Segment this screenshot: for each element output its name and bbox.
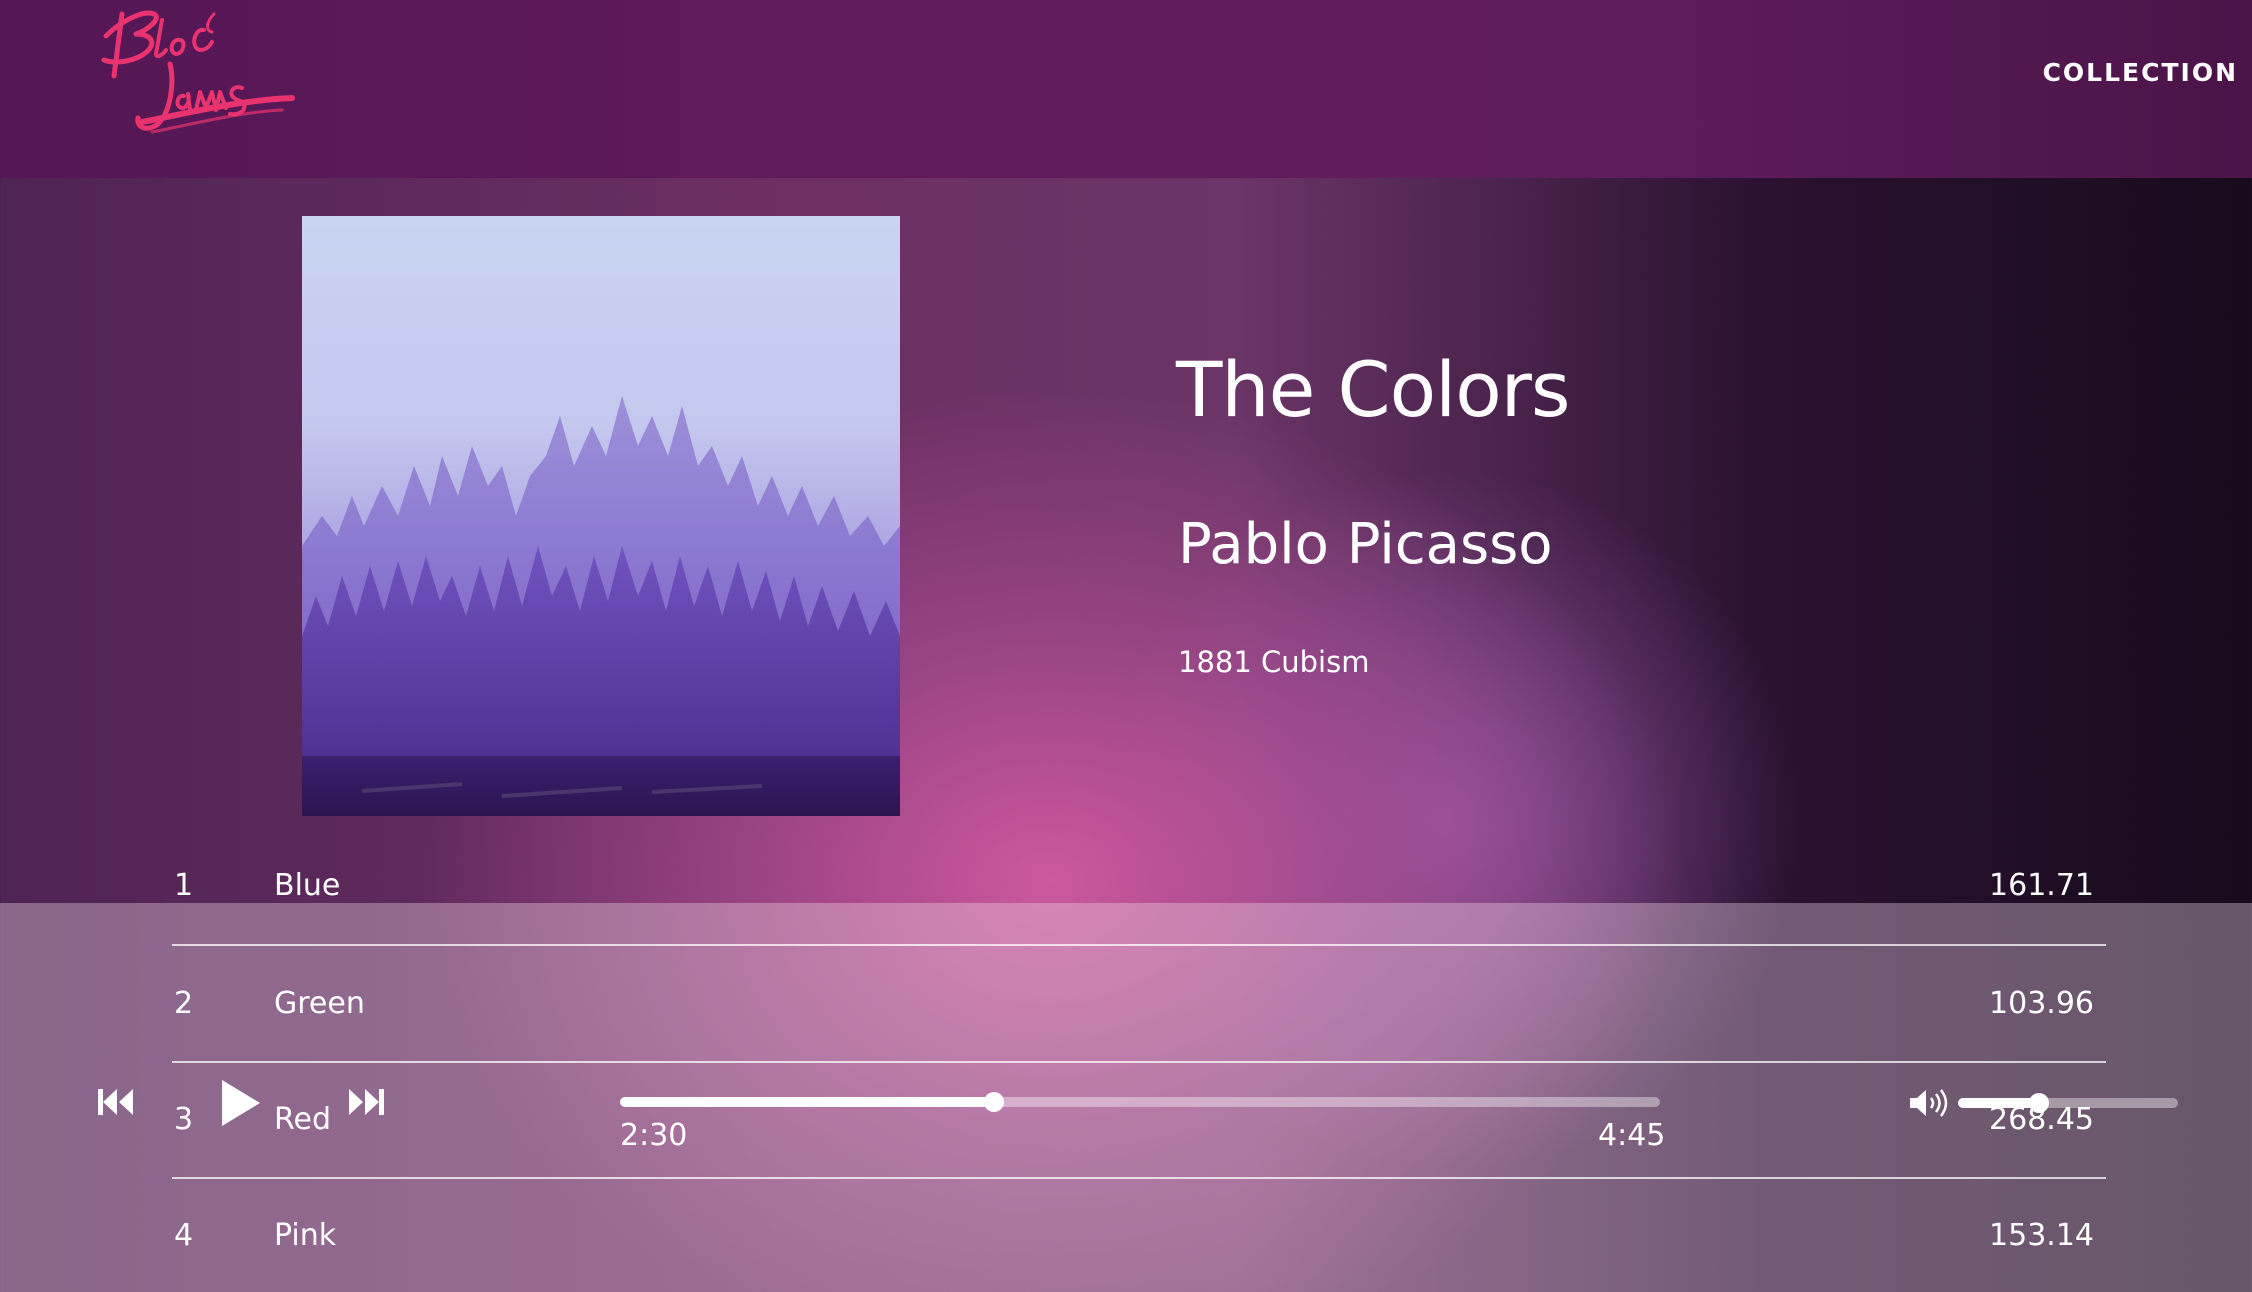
song-duration: 103.96 [1989, 986, 2094, 1021]
next-track-button[interactable] [347, 1088, 385, 1116]
song-title: Green [274, 986, 365, 1021]
song-row[interactable]: 3 Red 268.45 [172, 1102, 2106, 1218]
song-number: 1 [174, 868, 194, 903]
nav-collection-link[interactable]: COLLECTION [2043, 58, 2238, 87]
previous-track-button[interactable] [97, 1088, 135, 1116]
song-row[interactable]: 2 Green 103.96 [172, 986, 2106, 1102]
album-release-info: 1881 Cubism [1178, 645, 1370, 679]
album-artist: Pablo Picasso [1178, 512, 1553, 577]
previous-track-icon [98, 1089, 133, 1115]
album-title: The Colors [1176, 345, 1571, 434]
song-title: Red [274, 1102, 331, 1137]
song-number: 4 [174, 1218, 194, 1253]
next-track-icon [349, 1089, 384, 1115]
song-number: 3 [174, 1102, 194, 1137]
current-time: 2:30 [620, 1118, 688, 1153]
volume-button[interactable] [1908, 1088, 1950, 1118]
volume-icon [1910, 1089, 1948, 1117]
site-header: COLLECTION [0, 0, 2252, 178]
seek-bar-fill [620, 1097, 994, 1107]
song-title: Pink [274, 1218, 337, 1253]
song-divider [172, 1177, 2106, 1179]
volume-slider[interactable] [1958, 1093, 2178, 1113]
bloc-jams-logo[interactable] [92, 0, 302, 140]
song-title: Blue [274, 868, 341, 903]
total-time: 4:45 [1598, 1118, 1666, 1153]
volume-slider-fill [1958, 1098, 2039, 1108]
song-divider [172, 1061, 2106, 1063]
song-row[interactable]: 4 Pink 153.14 [172, 1218, 2106, 1292]
play-icon [222, 1080, 260, 1126]
seek-bar[interactable] [620, 1092, 1660, 1112]
play-button[interactable] [220, 1078, 262, 1128]
volume-slider-thumb[interactable] [2029, 1093, 2049, 1113]
seek-bar-thumb[interactable] [984, 1092, 1004, 1112]
song-divider [172, 944, 2106, 946]
song-duration: 161.71 [1989, 868, 2094, 903]
song-row[interactable]: 1 Blue 161.71 [172, 868, 2106, 984]
song-number: 2 [174, 986, 194, 1021]
song-duration: 153.14 [1989, 1218, 2094, 1253]
album-cover-art [302, 216, 900, 816]
